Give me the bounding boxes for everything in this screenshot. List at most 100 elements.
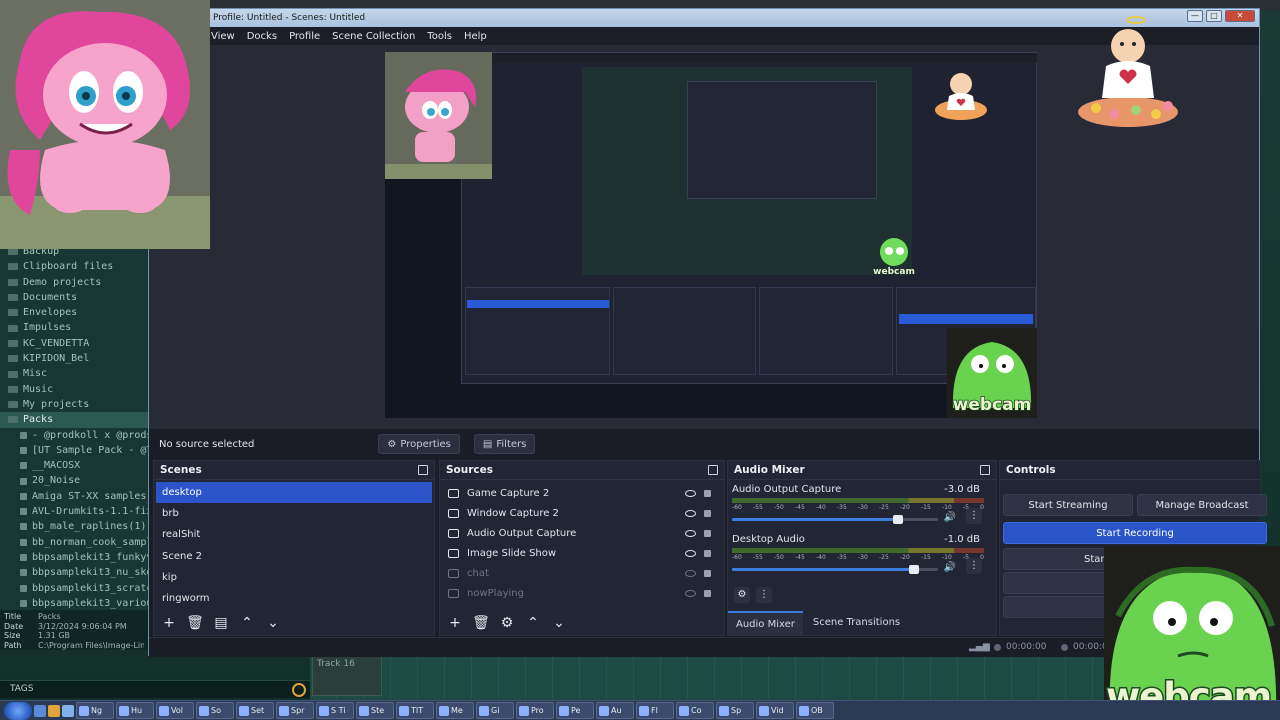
- browser-pack[interactable]: Amiga ST-XX samples: [0, 489, 148, 504]
- taskbar-button[interactable]: TIT: [396, 702, 434, 719]
- browser-pack[interactable]: __MACOSX: [0, 458, 148, 473]
- search-icon[interactable]: [292, 683, 306, 697]
- scene-item[interactable]: ringworm: [156, 588, 432, 609]
- scene-item[interactable]: realShit: [156, 524, 432, 545]
- browser-pack[interactable]: bbpsamplekit3_various_vo: [0, 596, 148, 611]
- scene-item[interactable]: brb: [156, 503, 432, 524]
- taskbar-button[interactable]: S Ti: [316, 702, 354, 719]
- taskbar-button[interactable]: Pro: [516, 702, 554, 719]
- menu-item-docks[interactable]: Docks: [247, 31, 277, 42]
- taskbar-button[interactable]: Gi: [476, 702, 514, 719]
- eye-icon[interactable]: [685, 569, 696, 577]
- browser-folder[interactable]: Impulses: [0, 320, 148, 335]
- lock-icon[interactable]: [704, 509, 711, 517]
- close-button[interactable]: ✕: [1225, 10, 1255, 22]
- speaker-icon[interactable]: 🔊: [944, 512, 956, 523]
- source-item[interactable]: chat: [440, 563, 724, 583]
- folder-icon[interactable]: [48, 704, 60, 717]
- menu-item-view[interactable]: View: [211, 31, 235, 42]
- source-item[interactable]: Image Slide Show: [440, 543, 724, 563]
- scene-move-up-icon[interactable]: ⌃: [238, 615, 256, 631]
- kebab-menu-icon[interactable]: ⋮: [756, 587, 772, 603]
- browser-pack[interactable]: bbpsamplekit3_scratchloop: [0, 581, 148, 596]
- taskbar-button[interactable]: Spr: [276, 702, 314, 719]
- lock-icon[interactable]: [704, 489, 711, 497]
- app-icon[interactable]: [62, 704, 74, 717]
- browser-pack[interactable]: bbpsamplekit3_funkyvinylb: [0, 550, 148, 565]
- tab-audio-mixer[interactable]: Audio Mixer: [728, 611, 803, 635]
- taskbar-button[interactable]: Sp: [716, 702, 754, 719]
- browser-pack[interactable]: bbpsamplekit3_nu_skool_n: [0, 565, 148, 580]
- lock-icon[interactable]: [704, 589, 711, 597]
- eye-icon[interactable]: [685, 549, 696, 557]
- source-gear-icon[interactable]: ⚙: [498, 615, 516, 631]
- properties-button[interactable]: ⚙ Properties: [378, 434, 460, 454]
- source-remove-icon[interactable]: 🗑: [472, 615, 490, 631]
- taskbar-button[interactable]: Co: [676, 702, 714, 719]
- gear-icon[interactable]: ⚙: [734, 587, 750, 603]
- menu-item-help[interactable]: Help: [464, 31, 487, 42]
- preview-canvas[interactable]: webcam webcam: [385, 52, 1037, 418]
- menu-item-tools[interactable]: Tools: [427, 31, 452, 42]
- source-item[interactable]: Game Capture 2: [440, 483, 724, 503]
- lock-icon[interactable]: [704, 529, 711, 537]
- eye-icon[interactable]: [685, 489, 696, 497]
- browser-pack[interactable]: bb_norman_cook_samples: [0, 535, 148, 550]
- taskbar-button[interactable]: Vol: [156, 702, 194, 719]
- kebab-menu-icon[interactable]: ⋮: [966, 508, 982, 524]
- undock-icon[interactable]: [418, 465, 428, 475]
- taskbar-button[interactable]: OB: [796, 702, 834, 719]
- browser-folder-packs[interactable]: Packs: [0, 412, 148, 428]
- browser-pack[interactable]: [UT Sample Pack - @TheUn: [0, 443, 148, 458]
- source-move-up-icon[interactable]: ⌃: [524, 615, 542, 631]
- maximize-button[interactable]: □: [1206, 10, 1222, 22]
- taskbar-button[interactable]: Fl: [636, 702, 674, 719]
- browser-folder[interactable]: KIPIDON_Bel: [0, 351, 148, 366]
- track-label[interactable]: Track 16: [312, 656, 382, 696]
- source-add-icon[interactable]: +: [446, 615, 464, 631]
- scene-item[interactable]: desktop: [156, 482, 432, 504]
- browser-folder[interactable]: Music: [0, 382, 148, 397]
- taskbar-button[interactable]: Au: [596, 702, 634, 719]
- scene-add-icon[interactable]: +: [160, 615, 178, 631]
- browser-folder[interactable]: My projects: [0, 397, 148, 412]
- undock-icon[interactable]: [980, 465, 990, 475]
- browser-folder[interactable]: Envelopes: [0, 305, 148, 320]
- browser-folder[interactable]: Misc: [0, 366, 148, 381]
- browser-folder[interactable]: Clipboard files: [0, 259, 148, 274]
- menu-item-scene-collection[interactable]: Scene Collection: [332, 31, 415, 42]
- eye-icon[interactable]: [685, 509, 696, 517]
- tab-scene-transitions[interactable]: Scene Transitions: [805, 611, 908, 635]
- taskbar-button[interactable]: So: [196, 702, 234, 719]
- eye-icon[interactable]: [685, 589, 696, 597]
- browser-folder[interactable]: KC_VENDETTA: [0, 336, 148, 351]
- scene-item[interactable]: kip: [156, 567, 432, 588]
- taskbar-button[interactable]: Vid: [756, 702, 794, 719]
- taskbar-button[interactable]: Ste: [356, 702, 394, 719]
- menu-item-profile[interactable]: Profile: [289, 31, 320, 42]
- scene-move-down-icon[interactable]: ⌄: [264, 615, 282, 631]
- taskbar-button[interactable]: Set: [236, 702, 274, 719]
- slider-handle[interactable]: [909, 565, 920, 574]
- manage-broadcast-button[interactable]: Manage Broadcast: [1137, 494, 1267, 516]
- browser-pack[interactable]: - @prodkoll x @prodsyren s: [0, 428, 148, 443]
- source-item[interactable]: Audio Output Capture: [440, 523, 724, 543]
- eye-icon[interactable]: [685, 529, 696, 537]
- speaker-icon[interactable]: 🔊: [944, 562, 956, 573]
- browser-pack[interactable]: 20_Noise: [0, 473, 148, 488]
- taskbar-button[interactable]: Hu: [116, 702, 154, 719]
- browser-pack[interactable]: AVL-Drumkits-1.1-fix-SF2: [0, 504, 148, 519]
- explorer-icon[interactable]: [34, 704, 46, 717]
- taskbar-button[interactable]: Ng: [76, 702, 114, 719]
- scene-remove-icon[interactable]: 🗑: [186, 615, 204, 631]
- scene-filter-icon[interactable]: ▤: [212, 615, 230, 631]
- start-streaming-button[interactable]: Start Streaming: [1003, 494, 1133, 516]
- lock-icon[interactable]: [704, 549, 711, 557]
- undock-icon[interactable]: [708, 465, 718, 475]
- browser-folder[interactable]: Demo projects: [0, 275, 148, 290]
- kebab-menu-icon[interactable]: ⋮: [966, 558, 982, 574]
- volume-slider[interactable]: [732, 515, 938, 524]
- browser-folder[interactable]: Documents: [0, 290, 148, 305]
- start-button[interactable]: [4, 701, 32, 720]
- source-move-down-icon[interactable]: ⌄: [550, 615, 568, 631]
